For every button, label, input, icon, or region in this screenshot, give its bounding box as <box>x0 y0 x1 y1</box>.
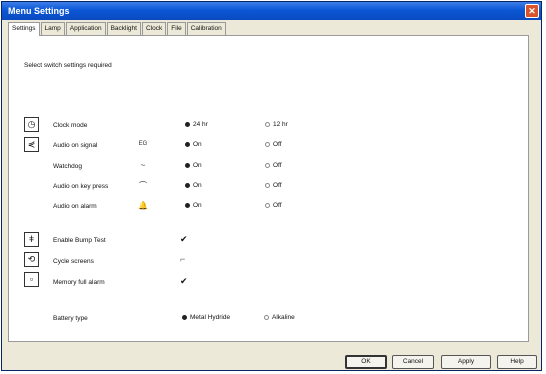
clock-mode-24hr-radio[interactable]: 24 hr <box>185 121 208 128</box>
close-button[interactable]: ✕ <box>525 4 539 18</box>
tab-settings[interactable]: Settings <box>8 22 40 36</box>
tab-clock[interactable]: Clock <box>141 22 167 35</box>
key-press-symbol-icon: ⌒ <box>139 180 147 190</box>
clock-mode-12hr-radio[interactable]: 12 hr <box>265 121 288 128</box>
watchdog-label: Watchdog <box>53 163 83 170</box>
audio-on-alarm-off-radio[interactable]: Off <box>265 202 282 209</box>
tab-lamp[interactable]: Lamp <box>40 22 65 35</box>
battery-metal-hydride-radio[interactable]: Metal Hydride <box>182 314 230 321</box>
window-title: Menu Settings <box>8 6 70 16</box>
audio-on-signal-label: Audio on signal <box>53 142 98 149</box>
watchdog-off-radio[interactable]: Off <box>265 162 282 169</box>
cycle-screens-icon: ⟲ <box>24 252 39 267</box>
tab-backlight[interactable]: Backlight <box>106 22 141 35</box>
tab-file[interactable]: File <box>167 22 186 35</box>
title-bar[interactable]: Menu Settings ✕ <box>2 2 541 20</box>
audio-icon: ⋞ <box>24 137 39 152</box>
apply-button[interactable]: Apply <box>441 355 491 369</box>
signal-symbol-icon: EG <box>138 141 148 147</box>
audio-on-alarm-label: Audio on alarm <box>53 203 97 210</box>
bell-icon: 🔔 <box>138 200 148 210</box>
watchdog-on-radio[interactable]: On <box>185 162 202 169</box>
cancel-button[interactable]: Cancel <box>392 355 434 369</box>
ok-button[interactable]: OK <box>345 355 387 369</box>
bump-test-icon: ǂ <box>24 232 39 247</box>
clock-mode-label: Clock mode <box>53 122 88 129</box>
audio-on-key-press-on-radio[interactable]: On <box>185 182 202 189</box>
cycle-screens-checkbox[interactable]: ⌐ <box>180 255 185 264</box>
audio-on-key-press-label: Audio on key press <box>53 183 109 190</box>
tab-calibration[interactable]: Calibration <box>186 22 226 35</box>
watchdog-symbol-icon: ~ <box>140 160 146 170</box>
memory-full-alarm-label: Memory full alarm <box>53 279 105 286</box>
cycle-screens-label: Cycle screens <box>53 258 94 265</box>
battery-type-label: Battery type <box>53 315 88 322</box>
audio-on-signal-off-radio[interactable]: Off <box>265 141 282 148</box>
battery-alkaline-radio[interactable]: Alkaline <box>264 314 295 321</box>
clock-icon: ◷ <box>24 117 39 132</box>
enable-bump-test-label: Enable Bump Test <box>53 237 106 244</box>
help-button[interactable]: Help <box>497 355 537 369</box>
audio-on-signal-on-radio[interactable]: On <box>185 141 202 148</box>
tab-application[interactable]: Application <box>65 22 106 35</box>
memory-icon: ▫ <box>24 272 39 287</box>
instructions-text: Select switch settings required <box>24 62 112 69</box>
audio-on-key-press-off-radio[interactable]: Off <box>265 182 282 189</box>
tab-strip: Settings Lamp Application Backlight Cloc… <box>8 22 227 36</box>
enable-bump-test-checkbox[interactable]: ✔ <box>180 235 188 244</box>
memory-full-alarm-checkbox[interactable]: ✔ <box>180 277 188 286</box>
close-icon: ✕ <box>528 6 536 16</box>
audio-on-alarm-on-radio[interactable]: On <box>185 202 202 209</box>
